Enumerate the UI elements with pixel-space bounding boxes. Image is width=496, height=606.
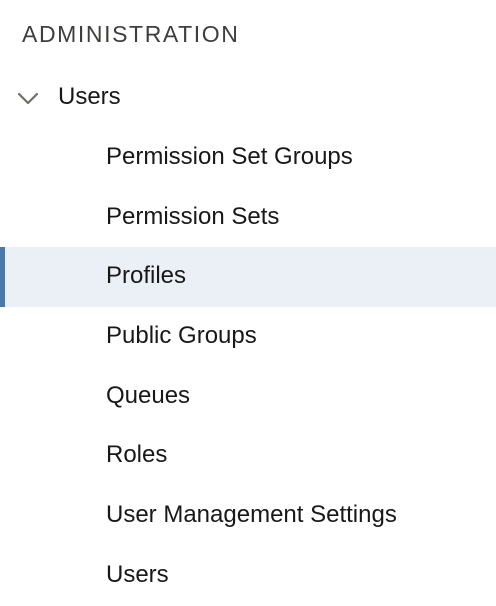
- nav-item-label: Profiles: [106, 262, 187, 290]
- nav-item-queues[interactable]: Queues: [0, 367, 496, 427]
- nav-item-label: Permission Sets: [106, 202, 280, 230]
- setup-navigation-tree: ADMINISTRATION Users Permission Set Grou…: [0, 0, 496, 596]
- nav-item-public-groups[interactable]: Public Groups: [0, 307, 496, 367]
- chevron-down-icon[interactable]: [16, 90, 40, 106]
- nav-item-label: Public Groups: [106, 322, 257, 350]
- nav-item-roles[interactable]: Roles: [0, 426, 496, 486]
- nav-item-profiles[interactable]: Profiles: [0, 247, 496, 308]
- nav-item-user-management-settings[interactable]: User Management Settings: [0, 486, 496, 546]
- nav-item-label: Queues: [106, 381, 191, 409]
- nav-item-permission-set-groups[interactable]: Permission Set Groups: [0, 128, 496, 188]
- nav-item-label: Users: [106, 560, 169, 588]
- nav-item-users[interactable]: Users: [0, 546, 496, 606]
- users-group-toggle[interactable]: Users: [0, 68, 496, 126]
- nav-item-permission-sets[interactable]: Permission Sets: [0, 188, 496, 248]
- section-header-administration: ADMINISTRATION: [22, 21, 240, 47]
- nav-item-label: User Management Settings: [106, 501, 397, 529]
- nav-item-label: Roles: [106, 441, 168, 469]
- nav-item-label: Permission Set Groups: [106, 143, 353, 170]
- users-subitems-list: Permission Set Groups Permission Sets Pr…: [0, 128, 496, 606]
- users-group-label: Users: [58, 83, 121, 110]
